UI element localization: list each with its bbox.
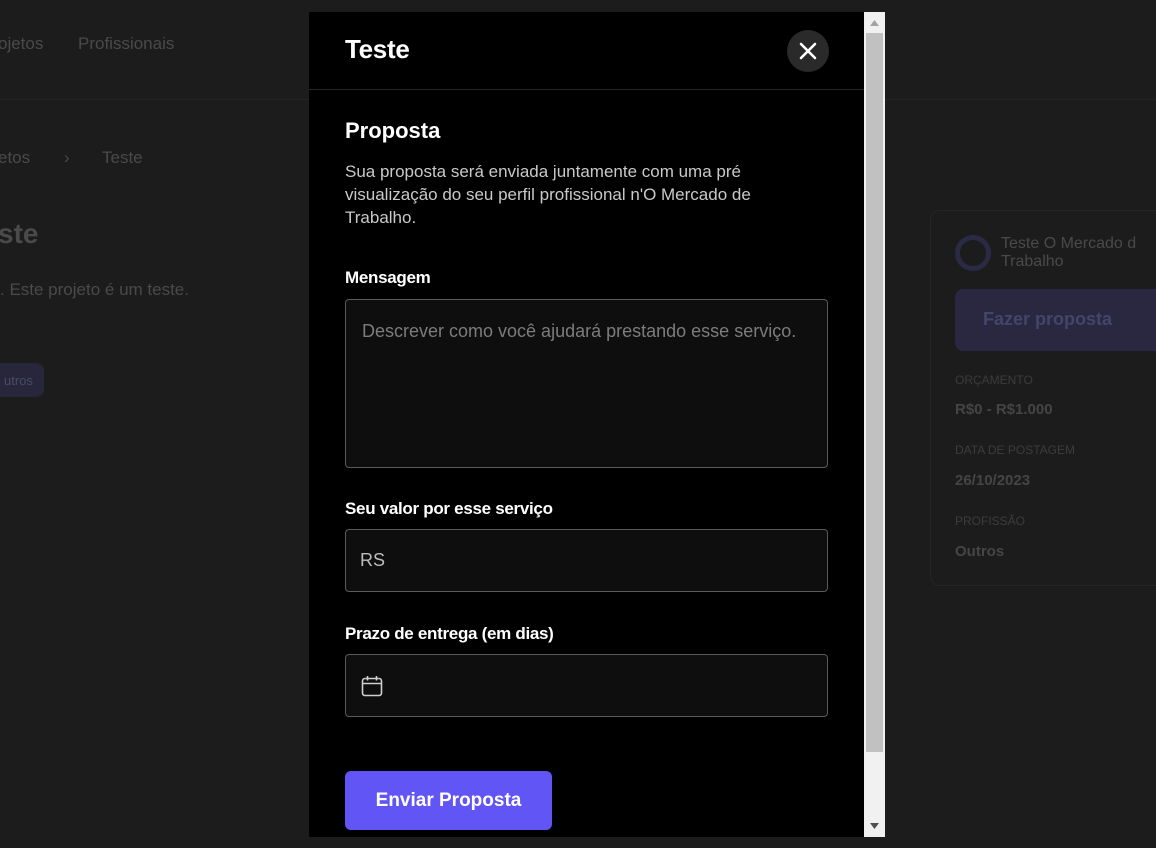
company-name: Teste O Mercado d Trabalho xyxy=(1001,235,1137,270)
budget-label: ORÇAMENTO xyxy=(955,373,1033,387)
proposal-modal: Teste Proposta Sua proposta será enviada… xyxy=(309,12,885,837)
modal-scrollbar[interactable] xyxy=(864,12,885,837)
scroll-thumb[interactable] xyxy=(866,33,883,752)
post-date-value: 26/10/2023 xyxy=(955,472,1031,489)
make-proposal-button[interactable]: Fazer proposta xyxy=(955,289,1156,351)
message-textarea[interactable] xyxy=(345,299,828,468)
nav-item-projetos[interactable]: ojetos xyxy=(0,34,43,54)
breadcrumb-parent[interactable]: etos xyxy=(0,148,30,168)
section-description: Sua proposta será enviada juntamente com… xyxy=(345,162,751,227)
project-info-card: Teste O Mercado d Trabalho Fazer propost… xyxy=(930,210,1156,586)
profession-value: Outros xyxy=(955,543,1005,560)
message-label: Mensagem xyxy=(345,268,431,287)
scroll-down-arrow-icon[interactable] xyxy=(864,817,885,834)
profession-label: PROFISSÃO xyxy=(955,514,1026,528)
budget-value: R$0 - R$1.000 xyxy=(955,401,1053,418)
scroll-up-arrow-icon[interactable] xyxy=(864,14,885,31)
nav-item-profissionais[interactable]: Profissionais xyxy=(78,34,174,54)
post-date-label: DATA DE POSTAGEM xyxy=(955,443,1076,457)
modal-header: Teste xyxy=(309,12,864,90)
breadcrumb-current: Teste xyxy=(102,148,143,167)
section-title: Proposta xyxy=(345,118,441,143)
project-description: . Este projeto é um teste. xyxy=(0,280,189,299)
deadline-date-input[interactable] xyxy=(345,654,828,717)
company-logo-icon xyxy=(955,235,991,271)
project-title: ste xyxy=(0,218,39,249)
profession-tag: utros xyxy=(0,363,44,397)
calendar-icon xyxy=(361,676,383,697)
deadline-label: Prazo de entrega (em dias) xyxy=(345,624,554,643)
submit-proposal-button[interactable]: Enviar Proposta xyxy=(345,771,552,830)
price-label: Seu valor por esse serviço xyxy=(345,499,553,518)
close-button[interactable] xyxy=(787,30,829,72)
modal-title: Teste xyxy=(345,34,410,64)
close-icon xyxy=(799,42,817,60)
price-input[interactable] xyxy=(345,529,828,592)
modal-content: Teste Proposta Sua proposta será enviada… xyxy=(309,12,864,837)
breadcrumb-separator: › xyxy=(64,148,70,167)
